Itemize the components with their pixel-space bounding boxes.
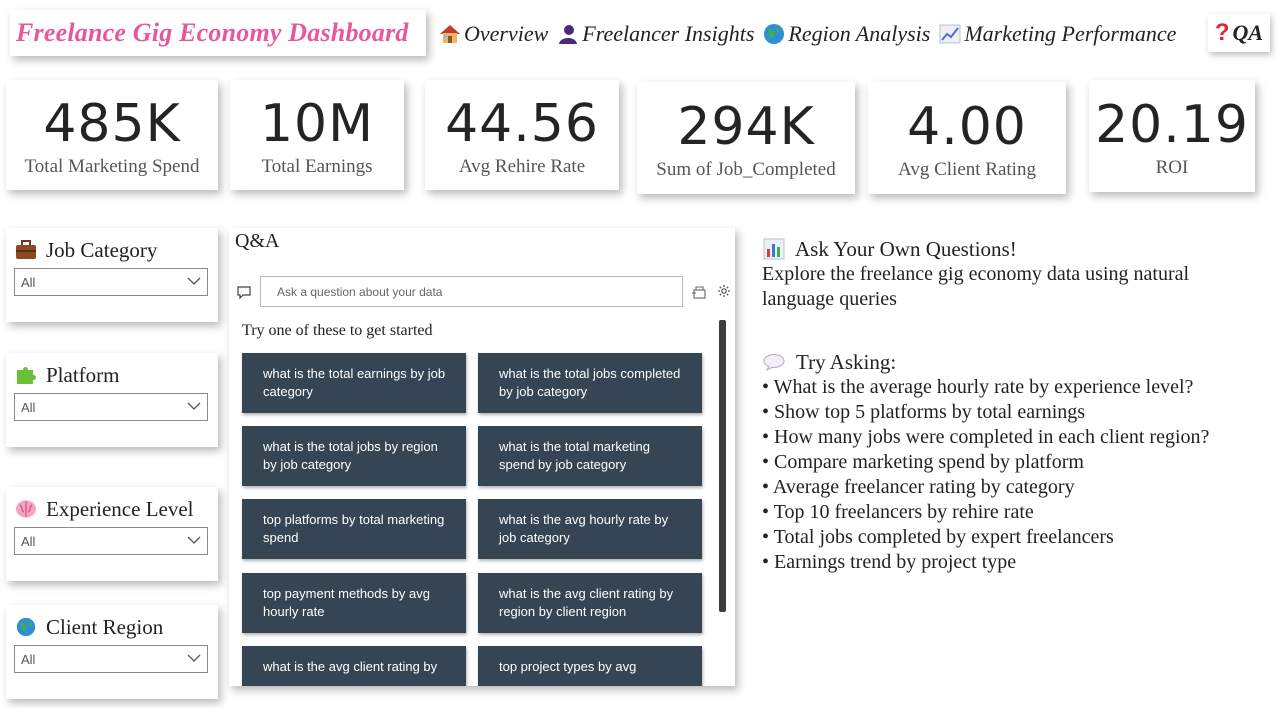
- nav-bar: Overview Freelancer Insights Region Anal…: [438, 14, 1184, 54]
- slicer-platform: Platform All: [6, 353, 218, 447]
- slicer-job-category: Job Category All: [6, 228, 218, 322]
- list-item: • What is the average hourly rate by exp…: [762, 376, 1194, 398]
- suggestion-button[interactable]: top project types by avg: [478, 646, 702, 686]
- slicer-experience-level: Experience Level All: [6, 487, 218, 581]
- scrollbar[interactable]: [719, 320, 726, 612]
- briefcase-icon: [14, 238, 38, 262]
- title-card: Freelance Gig Economy Dashboard: [10, 10, 426, 56]
- restore-icon[interactable]: [691, 284, 707, 305]
- kpi-value: 485K: [43, 94, 181, 154]
- list-item: • Top 10 freelancers by rehire rate: [762, 501, 1034, 523]
- try-asking-list: • What is the average hourly rate by exp…: [762, 375, 1209, 575]
- ask-question-input[interactable]: Ask a question about your data: [260, 276, 683, 307]
- client-region-dropdown[interactable]: All: [14, 645, 208, 673]
- nav-label: Region Analysis: [788, 21, 931, 46]
- experience-level-dropdown[interactable]: All: [14, 527, 208, 555]
- kpi-value: 44.56: [445, 94, 599, 154]
- gear-icon[interactable]: [717, 284, 731, 305]
- suggestion-button[interactable]: what is the avg hourly rate by job categ…: [478, 499, 702, 559]
- chevron-down-icon: [187, 273, 201, 291]
- kpi-label: ROI: [1155, 157, 1189, 178]
- kpi-card: 4.00 Avg Client Rating: [868, 82, 1066, 194]
- info-description: Explore the freelance gig economy data u…: [762, 263, 1190, 310]
- dropdown-value: All: [21, 651, 36, 667]
- globe-icon: [762, 22, 786, 46]
- puzzle-icon: [14, 363, 38, 387]
- brain-icon: [14, 497, 38, 521]
- kpi-card: 294K Sum of Job_Completed: [637, 82, 855, 194]
- nav-qa[interactable]: ? QA: [1208, 14, 1270, 52]
- kpi-label: Avg Client Rating: [898, 159, 1036, 180]
- slicer-title: Platform: [46, 362, 120, 387]
- nav-freelancer-insights[interactable]: Freelancer Insights: [556, 21, 754, 47]
- slicer-title: Client Region: [46, 614, 164, 639]
- person-icon: [556, 22, 580, 46]
- qa-panel-title: Q&A: [235, 230, 280, 252]
- slicer-title: Job Category: [46, 237, 158, 262]
- try-asking-heading: Try Asking:: [796, 349, 897, 374]
- kpi-card: 10M Total Earnings: [230, 80, 404, 190]
- slicer-title: Experience Level: [46, 496, 194, 521]
- chevron-down-icon: [187, 398, 201, 416]
- info-heading: Ask Your Own Questions!: [795, 236, 1017, 261]
- list-item: • Compare marketing spend by platform: [762, 451, 1084, 473]
- kpi-label: Sum of Job_Completed: [656, 159, 836, 180]
- suggestion-button[interactable]: top platforms by total marketing spend: [242, 499, 466, 559]
- kpi-label: Total Marketing Spend: [24, 156, 200, 177]
- nav-label: Overview: [464, 21, 549, 46]
- globe-icon: [14, 615, 38, 639]
- kpi-card: 485K Total Marketing Spend: [6, 80, 218, 190]
- qa-panel: Q&A Ask a question about your data Try o…: [229, 228, 735, 686]
- suggestion-button[interactable]: what is the avg client rating by region …: [478, 573, 702, 633]
- nav-label: Marketing Performance: [964, 21, 1177, 46]
- job-category-dropdown[interactable]: All: [14, 268, 208, 296]
- nav-marketing-performance[interactable]: Marketing Performance: [938, 21, 1176, 47]
- dropdown-value: All: [21, 533, 36, 549]
- nav-label: QA: [1232, 20, 1264, 45]
- kpi-card: 44.56 Avg Rehire Rate: [425, 80, 619, 190]
- list-item: • Average freelancer rating by category: [762, 476, 1075, 498]
- kpi-card: 20.19 ROI: [1089, 80, 1255, 192]
- nav-overview[interactable]: Overview: [438, 21, 548, 47]
- chat-bubble-icon: [237, 286, 251, 304]
- kpi-label: Total Earnings: [261, 156, 373, 177]
- kpi-value: 4.00: [907, 97, 1027, 157]
- kpi-value: 294K: [677, 97, 815, 157]
- nav-region-analysis[interactable]: Region Analysis: [762, 21, 930, 47]
- list-item: • Earnings trend by project type: [762, 551, 1017, 573]
- slicer-client-region: Client Region All: [6, 605, 218, 699]
- kpi-value: 10M: [259, 94, 375, 154]
- speech-bubble-icon: [762, 351, 786, 373]
- bar-chart-icon: [762, 238, 786, 260]
- try-asking-block: Try Asking: • What is the average hourly…: [762, 349, 1209, 575]
- info-block: Ask Your Own Questions! Explore the free…: [762, 236, 1262, 311]
- house-icon: [438, 22, 462, 46]
- dropdown-value: All: [21, 274, 36, 290]
- chart-up-icon: [938, 22, 962, 46]
- list-item: • Total jobs completed by expert freelan…: [762, 526, 1114, 548]
- suggestion-button[interactable]: what is the total jobs completed by job …: [478, 353, 702, 413]
- platform-dropdown[interactable]: All: [14, 393, 208, 421]
- dashboard-title: Freelance Gig Economy Dashboard: [16, 18, 409, 47]
- chevron-down-icon: [187, 532, 201, 550]
- suggestion-button[interactable]: what is the total earnings by job catego…: [242, 353, 466, 413]
- chevron-down-icon: [187, 650, 201, 668]
- suggestion-button[interactable]: what is the total marketing spend by job…: [478, 426, 702, 486]
- suggestion-button[interactable]: top payment methods by avg hourly rate: [242, 573, 466, 633]
- nav-label: Freelancer Insights: [582, 21, 755, 46]
- list-item: • Show top 5 platforms by total earnings: [762, 401, 1086, 423]
- question-icon: ?: [1214, 19, 1230, 46]
- suggestion-button[interactable]: what is the avg client rating by: [242, 646, 466, 686]
- suggestions-heading: Try one of these to get started: [242, 322, 433, 339]
- suggestion-button[interactable]: what is the total jobs by region by job …: [242, 426, 466, 486]
- list-item: • How many jobs were completed in each c…: [762, 426, 1210, 448]
- dropdown-value: All: [21, 399, 36, 415]
- kpi-label: Avg Rehire Rate: [458, 156, 586, 177]
- kpi-value: 20.19: [1095, 95, 1249, 155]
